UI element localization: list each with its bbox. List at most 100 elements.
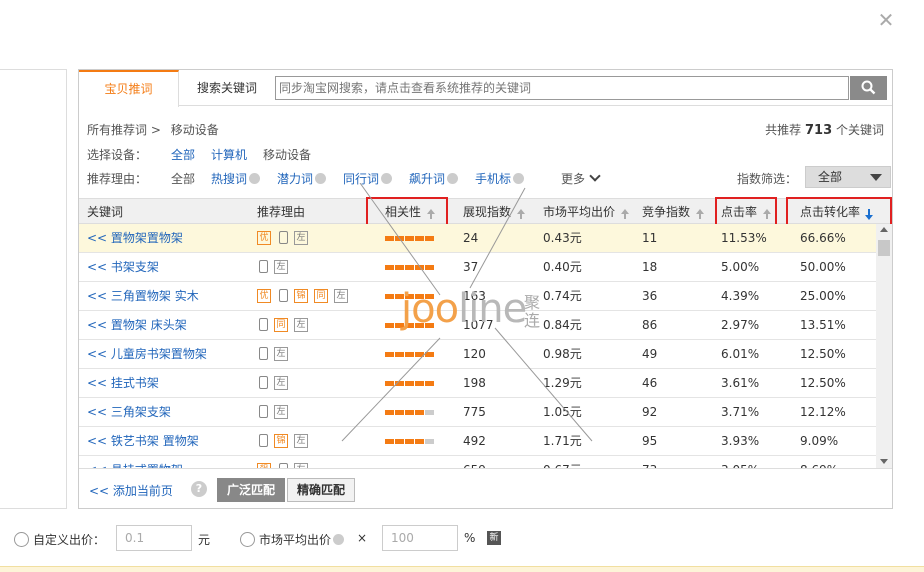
breadcrumb-root[interactable]: 所有推荐词 > bbox=[87, 123, 161, 137]
reason-tag: 左 bbox=[294, 318, 308, 332]
reason-potential-label: 潜力词 bbox=[277, 172, 314, 186]
ctr-value: 3.05% bbox=[721, 456, 759, 468]
help-dot-icon bbox=[381, 173, 393, 184]
reason-tag: 同 bbox=[274, 318, 288, 332]
mobile-icon bbox=[259, 376, 268, 389]
col-avg-bid[interactable]: 市场平均出价 bbox=[543, 199, 630, 225]
keyword-link[interactable]: << 置物架 床头架 bbox=[87, 311, 187, 340]
table-row[interactable]: << 铁艺书架 置物架 锦左 492 1.71元 95 3.93% 9.09% bbox=[79, 427, 876, 456]
market-bid-label: 市场平均出价 bbox=[259, 531, 345, 548]
breadcrumb-current: 移动设备 bbox=[170, 123, 219, 137]
keyword-link[interactable]: << 铁艺书架 置物架 bbox=[87, 427, 199, 456]
table-row[interactable]: << 三角架支架 左 775 1.05元 92 3.71% 12.12% bbox=[79, 398, 876, 427]
reason-tag: 左 bbox=[274, 376, 288, 390]
market-bid-radio[interactable] bbox=[240, 532, 255, 547]
add-current-page-link[interactable]: << 添加当前页 bbox=[89, 482, 173, 499]
broad-match-button[interactable]: 广泛匹配 bbox=[217, 478, 285, 502]
scroll-up-icon[interactable] bbox=[880, 227, 888, 232]
relevance-bar bbox=[425, 352, 434, 357]
custom-bid-input[interactable]: 0.1 bbox=[116, 525, 192, 551]
table-row[interactable]: << 书架支架 左 37 0.40元 18 5.00% 50.00% bbox=[79, 253, 876, 282]
keyword-link[interactable]: << 悬挂式置物架 bbox=[87, 456, 183, 468]
impressions-value: 24 bbox=[463, 231, 479, 245]
keyword-panel: 宝贝推词 搜索关键词 所有推荐词 > 移动设备 共推荐 713 个关键词 选择设… bbox=[78, 69, 893, 509]
relevance-bar bbox=[425, 410, 434, 415]
market-pct-input[interactable]: 100 bbox=[382, 525, 458, 551]
col-impressions[interactable]: 展现指数 bbox=[463, 199, 526, 225]
index-filter-value: 全部 bbox=[818, 170, 843, 184]
total-count: 共推荐 713 个关键词 bbox=[765, 121, 884, 138]
chevron-down-icon bbox=[589, 170, 601, 182]
table-row[interactable]: << 置物架 床头架 同左 1077 0.84元 86 2.97% 13.51% bbox=[79, 311, 876, 340]
keyword-link[interactable]: << 三角置物架 实木 bbox=[87, 282, 199, 311]
relevance-bar bbox=[385, 236, 394, 241]
scroll-down-icon[interactable] bbox=[880, 459, 888, 464]
relevance-bar bbox=[385, 265, 394, 270]
custom-bid-radio[interactable] bbox=[14, 532, 29, 547]
help-dot-icon[interactable] bbox=[333, 534, 345, 545]
tab-item-recommend[interactable]: 宝贝推词 bbox=[79, 70, 179, 107]
impressions-value: 198 bbox=[463, 376, 486, 390]
reason-potential[interactable]: 潜力词 bbox=[277, 170, 327, 187]
relevance-bar bbox=[405, 352, 414, 357]
help-dot-icon bbox=[249, 173, 261, 184]
vertical-scrollbar[interactable] bbox=[876, 224, 892, 468]
relevance-bar bbox=[415, 439, 424, 444]
help-icon[interactable]: ? bbox=[191, 481, 207, 497]
reason-peer[interactable]: 同行词 bbox=[343, 170, 393, 187]
reason-mobile[interactable]: 手机标 bbox=[475, 170, 525, 187]
device-all[interactable]: 全部 bbox=[171, 146, 195, 163]
ctr-value: 2.97% bbox=[721, 318, 760, 332]
exact-match-button[interactable]: 精确匹配 bbox=[287, 478, 355, 502]
relevance-bar bbox=[395, 352, 404, 357]
search-button[interactable] bbox=[850, 76, 887, 100]
reason-more-label: 更多 bbox=[561, 172, 586, 186]
close-icon[interactable]: ✕ bbox=[876, 10, 896, 30]
relevance-bar bbox=[405, 236, 414, 241]
avg-bid-value: 0.67元 bbox=[543, 456, 582, 468]
table-row[interactable]: << 置物架置物架 优 左 24 0.43元 11 11.53% 66.66% bbox=[79, 224, 876, 253]
reason-more[interactable]: 更多 bbox=[561, 170, 601, 187]
table-row[interactable]: << 儿童房书架置物架 左 120 0.98元 49 6.01% 12.50% bbox=[79, 340, 876, 369]
search-icon bbox=[861, 80, 876, 95]
table-row[interactable]: << 悬挂式置物架飙左6590.67元733.05%8.69% bbox=[79, 456, 876, 468]
tab-search-keywords[interactable]: 搜索关键词 bbox=[179, 70, 275, 106]
keyword-link[interactable]: << 三角架支架 bbox=[87, 398, 171, 427]
table-row[interactable]: << 三角置物架 实木 优 锦同左 163 0.74元 36 4.39% 25.00% bbox=[79, 282, 876, 311]
cvr-value: 12.50% bbox=[800, 376, 846, 390]
reason-tag: 同 bbox=[314, 289, 328, 303]
keyword-link[interactable]: << 儿童房书架置物架 bbox=[87, 340, 207, 369]
table-header: 关键词 推荐理由 相关性 展现指数 市场平均出价 竞争指数 点击率 点击转化率 bbox=[79, 197, 892, 227]
reason-rising[interactable]: 飙升词 bbox=[409, 170, 459, 187]
bid-settings: 自定义出价： 0.1 元 市场平均出价 × 100 % 新 bbox=[0, 525, 924, 555]
reason-rising-label: 飙升词 bbox=[409, 172, 446, 186]
table-row[interactable]: << 挂式书架 左 198 1.29元 46 3.61% 12.50% bbox=[79, 369, 876, 398]
col-impressions-label: 展现指数 bbox=[463, 205, 512, 219]
search-input[interactable] bbox=[275, 76, 849, 100]
reason-all[interactable]: 全部 bbox=[171, 170, 195, 187]
device-computer[interactable]: 计算机 bbox=[211, 146, 247, 163]
total-number: 713 bbox=[805, 123, 833, 138]
reason-hot-label: 热搜词 bbox=[211, 172, 248, 186]
col-competition[interactable]: 竞争指数 bbox=[642, 199, 705, 225]
custom-bid-unit: 元 bbox=[198, 533, 211, 547]
help-dot-icon bbox=[315, 173, 327, 184]
market-bid-text: 市场平均出价 bbox=[259, 533, 332, 547]
index-filter-select[interactable]: 全部 bbox=[805, 166, 891, 188]
keyword-link[interactable]: << 书架支架 bbox=[87, 253, 159, 282]
relevance-bar bbox=[395, 439, 404, 444]
keyword-dialog: ✕ 宝贝推词 搜索关键词 所有推荐词 > 移动设备 共推荐 713 个关键词 选… bbox=[0, 0, 924, 572]
keyword-link[interactable]: << 挂式书架 bbox=[87, 369, 159, 398]
sort-up-icon bbox=[621, 209, 630, 219]
impressions-value: 492 bbox=[463, 434, 486, 448]
index-filter-label: 指数筛选： bbox=[737, 172, 798, 186]
scroll-thumb[interactable] bbox=[878, 240, 890, 256]
reason-tag: 锦 bbox=[274, 434, 288, 448]
mobile-icon bbox=[279, 231, 288, 244]
new-badge: 新 bbox=[487, 531, 501, 545]
device-mobile[interactable]: 移动设备 bbox=[263, 146, 311, 163]
relevance-bar bbox=[415, 410, 424, 415]
keyword-link[interactable]: << 置物架置物架 bbox=[87, 224, 183, 253]
reason-hot[interactable]: 热搜词 bbox=[211, 170, 261, 187]
competition-value: 49 bbox=[642, 347, 658, 361]
